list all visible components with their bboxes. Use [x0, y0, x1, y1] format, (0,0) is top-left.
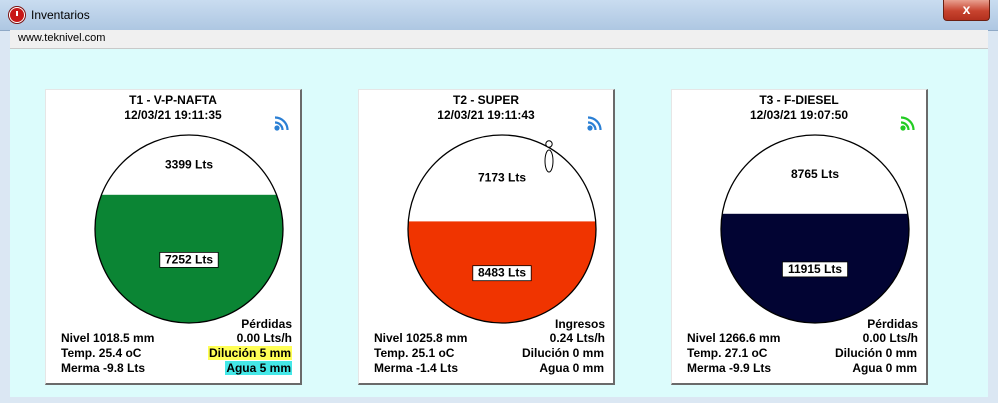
- empty-volume-label: 7173 Lts: [478, 171, 526, 185]
- merma-readout: Merma -1.4 Lts: [374, 361, 459, 375]
- tank-gauge: 3399 Lts 7252 Lts: [94, 134, 284, 324]
- float-marker-icon: [544, 140, 554, 173]
- tank-panel[interactable]: T3 - F-DIESEL 12/03/21 19:07:50 8765 Lts…: [671, 89, 928, 385]
- tank-panels-area: T1 - V-P-NAFTA 12/03/21 19:11:35 3399 Lt…: [10, 49, 988, 397]
- tank-name: T3 - F-DIESEL: [759, 93, 839, 107]
- tank-timestamp: 12/03/21 19:07:50: [749, 108, 849, 122]
- signal-icon: [274, 116, 289, 131]
- empty-volume-label: 8765 Lts: [791, 167, 839, 181]
- website-link[interactable]: www.teknivel.com: [18, 32, 105, 44]
- tank-panel[interactable]: T1 - V-P-NAFTA 12/03/21 19:11:35 3399 Lt…: [45, 89, 302, 385]
- agua-readout: Agua 5 mm: [225, 361, 292, 375]
- fluid-volume-label: 8483 Lts: [478, 266, 526, 280]
- app-icon: [9, 7, 25, 23]
- tank-name: T2 - SUPER: [452, 93, 519, 107]
- fluid-volume-label: 7252 Lts: [165, 252, 213, 266]
- flow-value: 0.00 Lts/h: [862, 331, 918, 345]
- nivel-readout: Nivel 1025.8 mm: [374, 331, 468, 345]
- tank-panel[interactable]: T2 - SUPER 12/03/21 19:11:43 7173 Lts 84…: [358, 89, 615, 385]
- nivel-readout: Nivel 1018.5 mm: [61, 331, 155, 345]
- dilucion-readout: Dilución 5 mm: [207, 346, 292, 360]
- tank-name: T1 - V-P-NAFTA: [129, 93, 217, 107]
- agua-readout: Agua 0 mm: [539, 361, 604, 375]
- empty-volume-label: 3399 Lts: [165, 157, 213, 171]
- nivel-readout: Nivel 1266.6 mm: [687, 331, 781, 345]
- signal-icon: [587, 116, 602, 131]
- dilucion-readout: Dilución 0 mm: [834, 346, 917, 360]
- dilucion-readout: Dilución 0 mm: [521, 346, 604, 360]
- tank-gauge: 8765 Lts 11915 Lts: [720, 134, 910, 324]
- window-titlebar[interactable]: Inventarios x: [0, 0, 998, 31]
- signal-icon: [900, 116, 915, 131]
- flow-value: 0.24 Lts/h: [549, 331, 605, 345]
- temp-readout: Temp. 25.4 oC: [61, 346, 142, 360]
- merma-readout: Merma -9.9 Lts: [687, 361, 772, 375]
- menubar: www.teknivel.com: [10, 30, 988, 49]
- temp-readout: Temp. 25.1 oC: [374, 346, 455, 360]
- flow-value: 0.00 Lts/h: [236, 331, 292, 345]
- tank-timestamp: 12/03/21 19:11:35: [124, 108, 222, 122]
- temp-readout: Temp. 27.1 oC: [687, 346, 768, 360]
- tank-timestamp: 12/03/21 19:11:43: [437, 108, 535, 122]
- flow-title: Pérdidas: [867, 317, 918, 331]
- tank-gauge: 7173 Lts 8483 Lts: [407, 134, 597, 324]
- merma-readout: Merma -9.8 Lts: [61, 361, 146, 375]
- agua-readout: Agua 0 mm: [852, 361, 917, 375]
- fluid-volume-label: 11915 Lts: [788, 262, 842, 276]
- flow-title: Pérdidas: [241, 317, 292, 331]
- flow-title: Ingresos: [554, 317, 605, 331]
- window-title: Inventarios: [31, 8, 90, 22]
- close-button[interactable]: x: [943, 0, 990, 21]
